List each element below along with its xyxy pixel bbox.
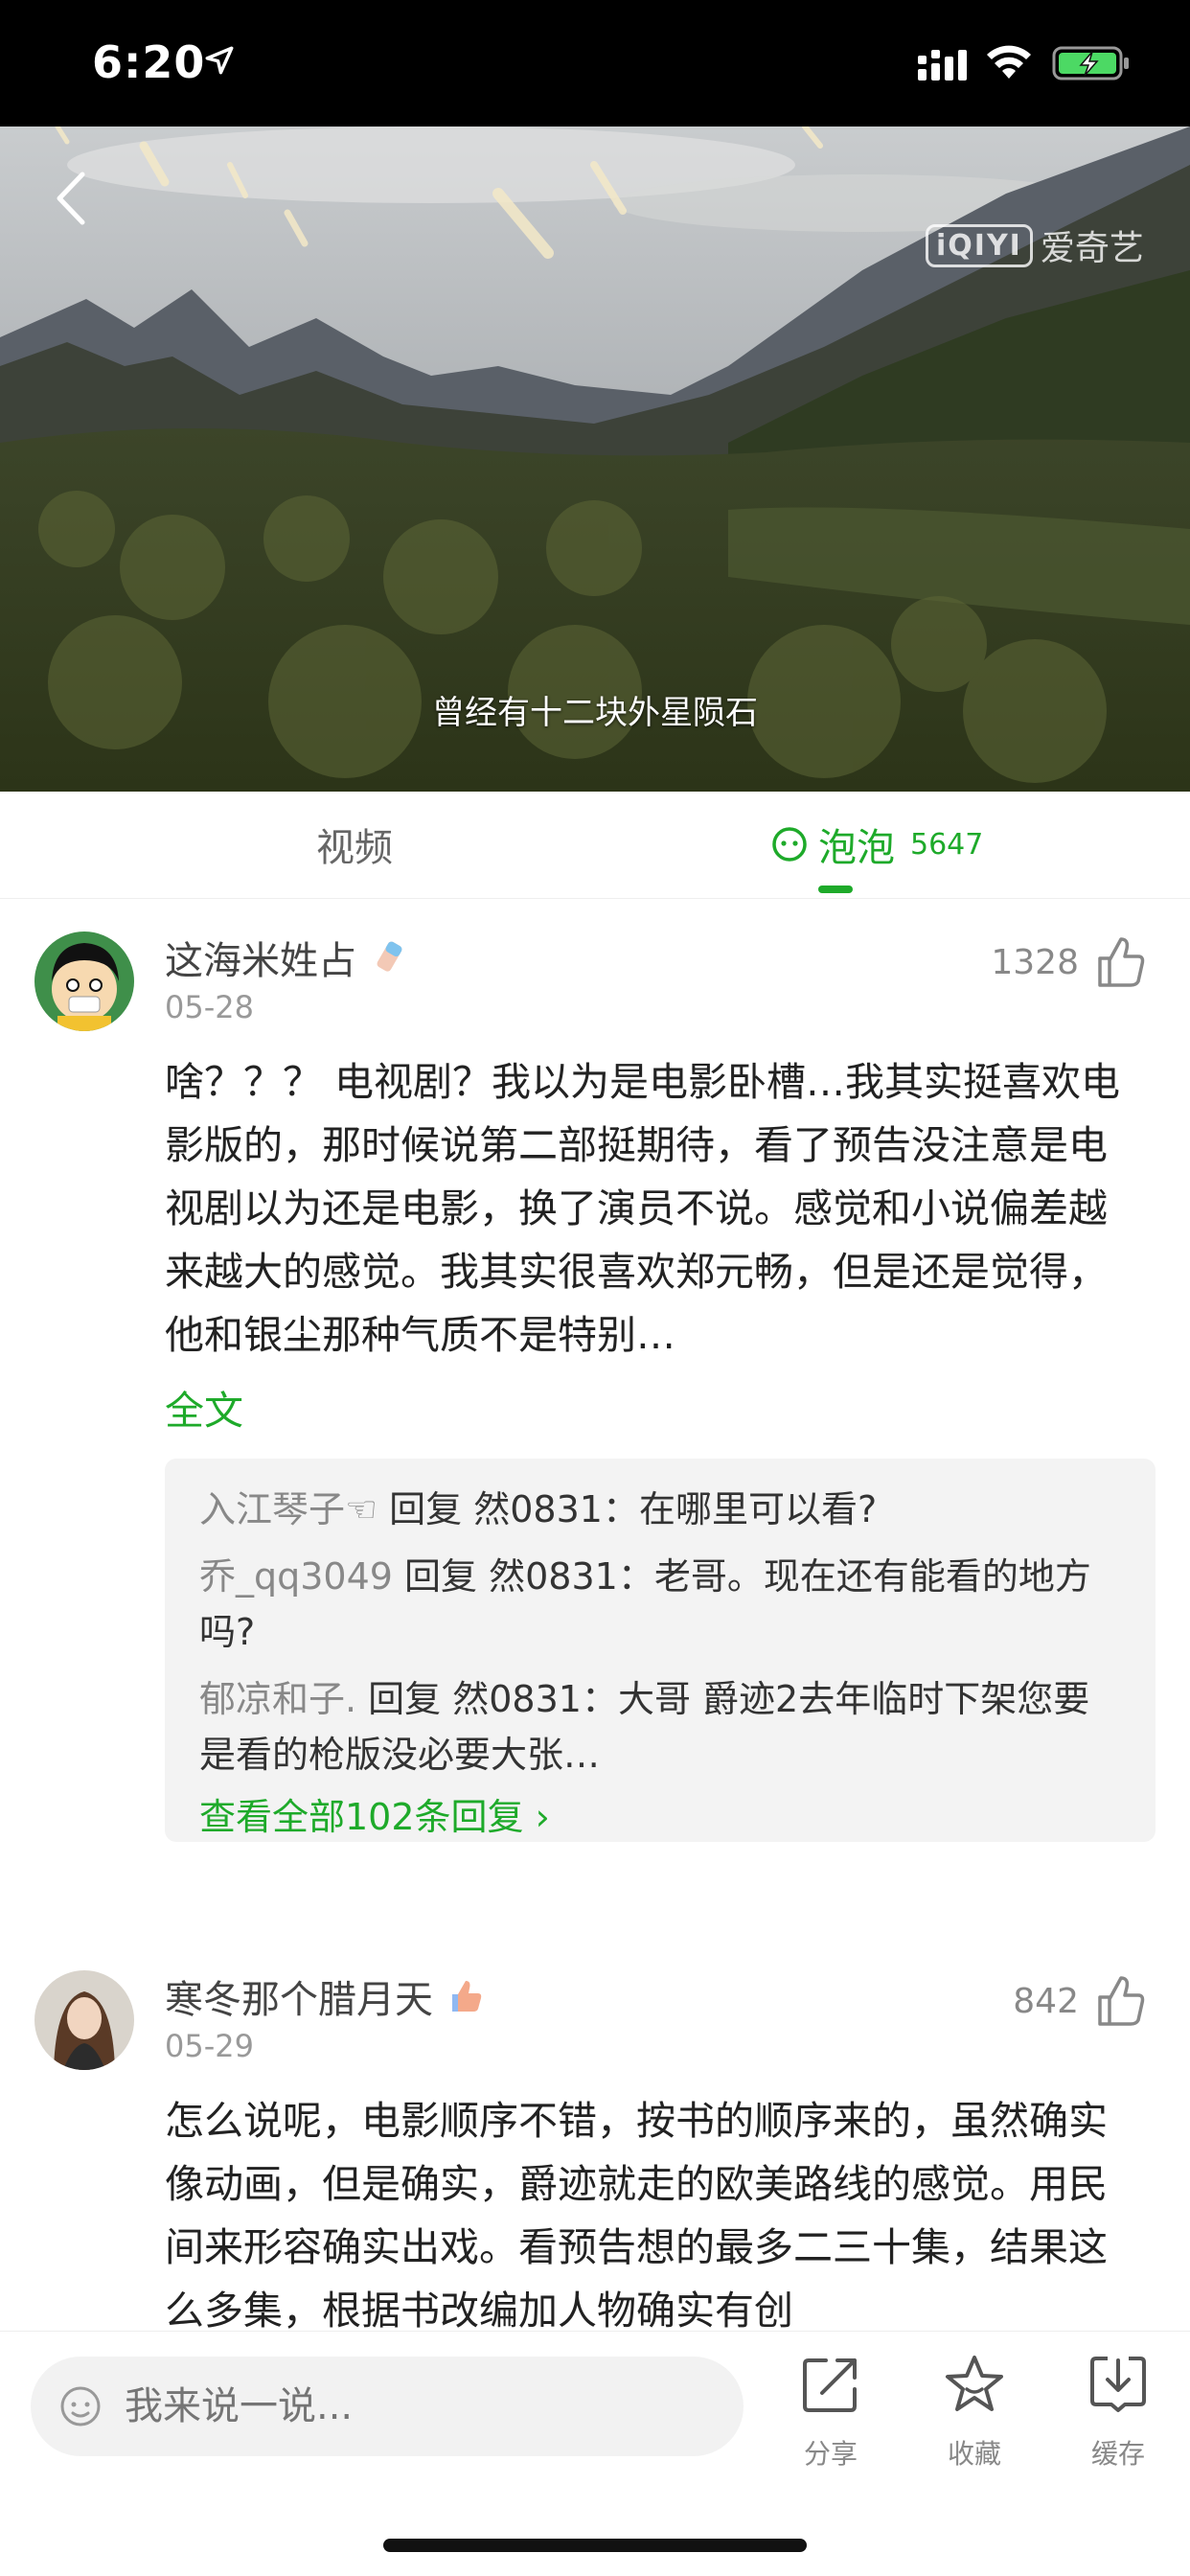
cache-label: 缓存 (1090, 2438, 1145, 2470)
username-text: 寒冬那个腊月天 (165, 1978, 433, 2022)
active-tab-indicator (818, 886, 853, 893)
like-count: 1328 (991, 942, 1079, 982)
smile-icon (60, 2386, 101, 2426)
reply-username[interactable]: 入江琴子☜ (199, 1488, 378, 1530)
view-all-replies-link[interactable]: 查看全部102条回复 › (199, 1790, 1121, 1844)
iqiyi-watermark-logo: iQIYI 爱奇艺 (926, 215, 1144, 276)
bubble-face-icon (772, 827, 807, 862)
bottom-action-bar: 分享 收藏 缓存 (0, 2331, 1190, 2576)
thumbs-up-badge-icon (452, 1981, 482, 2012)
favorite-label: 收藏 (947, 2438, 1001, 2470)
status-time: 6:20 (92, 36, 206, 88)
tab-bubble-count: 5647 (910, 827, 984, 862)
like-count: 842 (1013, 1981, 1079, 2021)
signal-icon (918, 50, 967, 80)
cache-button[interactable]: 缓存 (1065, 2353, 1171, 2472)
comment-date: 05-29 (165, 2028, 254, 2064)
tab-video[interactable]: 视频 (316, 816, 393, 872)
comment-text: 啥？？？ 电视剧？我以为是电影卧槽…我其实挺喜欢电影版的，那时候说第二部挺期待，… (165, 1059, 1121, 1358)
video-player[interactable]: iQIYI 爱奇艺 曾经有十二块外星陨石 (0, 126, 1190, 792)
reply-item[interactable]: 乔_qq3049 回复 然0831：老哥。现在还有能看的地方吗? (199, 1549, 1121, 1660)
reply-username[interactable]: 郁凉和子. (199, 1678, 356, 1720)
avatar[interactable] (34, 932, 134, 1031)
eraser-badge-icon (377, 941, 402, 972)
share-button[interactable]: 分享 (778, 2353, 883, 2472)
comment-date: 05-28 (165, 989, 254, 1025)
username-text: 这海米姓占 (165, 939, 356, 983)
tab-bubble[interactable]: 泡泡 5647 (770, 816, 983, 872)
wifi-icon (987, 45, 1031, 79)
like-button[interactable]: 1328 (991, 935, 1146, 989)
favorite-button[interactable]: 收藏 (922, 2353, 1027, 2472)
back-icon[interactable] (48, 165, 92, 232)
comment-input-box[interactable] (31, 2357, 744, 2456)
reply-username[interactable]: 乔_qq3049 (199, 1555, 393, 1598)
comment-username[interactable]: 这海米姓占 (165, 930, 408, 985)
reply-item[interactable]: 郁凉和子. 回复 然0831：大哥 爵迹2去年临时下架您要是看的枪版没必要大张… (199, 1671, 1121, 1782)
download-icon (1090, 2357, 1146, 2412)
status-bar: 6:20 (0, 0, 1190, 126)
thumb-up-icon (1098, 937, 1145, 987)
like-button[interactable]: 842 (1013, 1974, 1146, 2028)
location-arrow-icon (205, 46, 234, 75)
reply-item[interactable]: 入江琴子☜ 回复 然0831：在哪里可以看? (199, 1482, 1121, 1537)
comment-input[interactable] (125, 2384, 699, 2428)
home-indicator[interactable] (383, 2539, 807, 2552)
share-label: 分享 (803, 2438, 858, 2470)
comment-text: 怎么说呢，电影顺序不错，按书的顺序来的，虽然确实像动画，但是确实，爵迹就走的欧美… (165, 2098, 1108, 2334)
iqiyi-logo-text: 爱奇艺 (1040, 229, 1144, 268)
battery-icon (1052, 46, 1129, 80)
content-tabs: 视频 泡泡 5647 (0, 792, 1190, 899)
video-subtitle: 曾经有十二块外星陨石 (432, 694, 758, 732)
reply-text: 回复 然0831：在哪里可以看? (378, 1488, 878, 1530)
expand-full-text-link[interactable]: 全文 (165, 1378, 243, 1436)
share-icon (803, 2358, 857, 2412)
reply-list: 入江琴子☜ 回复 然0831：在哪里可以看? 乔_qq3049 回复 然0831… (165, 1459, 1156, 1842)
iqiyi-logo-mark: iQIYI (926, 223, 1033, 267)
star-icon (946, 2356, 1003, 2411)
comment-username[interactable]: 寒冬那个腊月天 (165, 1968, 485, 2024)
avatar[interactable] (34, 1970, 134, 2070)
tab-bubble-label: 泡泡 (818, 826, 895, 870)
thumb-up-icon (1098, 1976, 1145, 2026)
